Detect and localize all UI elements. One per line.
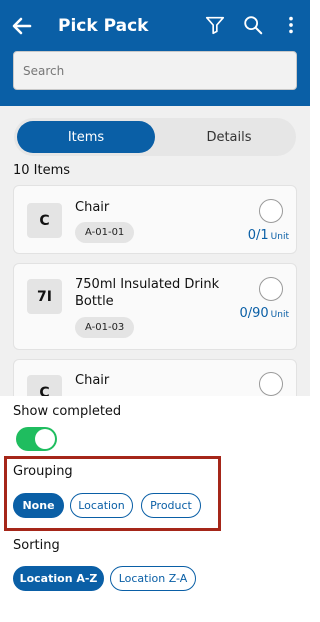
sorting-location-az-chip[interactable]: Location A-Z [13,566,104,591]
complete-radio[interactable] [259,277,283,301]
main-content: Items Details 10 Items C Chair A-01-01 0… [0,106,310,396]
avatar: 7I [27,279,62,314]
item-name: 750ml Insulated Drink Bottle [75,277,220,309]
quantity-value: 0/1 [247,228,269,243]
filter-icon[interactable] [204,14,226,36]
list-item[interactable]: C Chair [13,359,297,396]
search-input[interactable] [13,51,297,90]
complete-radio[interactable] [259,372,283,396]
tab-details[interactable]: Details [164,121,294,153]
item-count: 10 Items [13,163,71,178]
page-title: Pick Pack [58,16,149,36]
grouping-location-chip[interactable]: Location [70,493,133,518]
list-item[interactable]: C Chair A-01-01 0/1 Unit [13,185,297,254]
location-badge: A-01-01 [75,222,135,243]
tab-items[interactable]: Items [17,121,155,153]
grouping-none-chip[interactable]: None [13,493,64,518]
tab-switcher: Items Details [14,118,296,156]
avatar: C [27,375,62,396]
item-name: Chair [75,373,110,388]
grouping-product-chip[interactable]: Product [141,493,201,518]
quantity: 0/90 Unit [239,306,289,321]
location-badge: A-01-03 [75,317,135,338]
avatar: C [27,203,62,238]
quantity-unit: Unit [270,232,289,242]
more-vertical-icon[interactable] [280,14,302,36]
sorting-location-za-chip[interactable]: Location Z-A [110,566,196,591]
search-icon[interactable] [242,14,264,36]
quantity-unit: Unit [270,310,289,320]
complete-radio[interactable] [259,199,283,223]
sorting-label: Sorting [13,538,60,553]
item-name: Chair [75,200,110,215]
list-item[interactable]: 7I 750ml Insulated Drink Bottle A-01-03 … [13,263,297,350]
toggle-knob [35,429,55,449]
grouping-label: Grouping [13,464,73,479]
show-completed-label: Show completed [13,404,122,419]
show-completed-toggle[interactable] [16,427,57,451]
arrow-left-icon[interactable] [10,14,34,38]
quantity-value: 0/90 [239,306,269,321]
app-header: Pick Pack [0,0,310,106]
quantity: 0/1 Unit [248,228,289,243]
